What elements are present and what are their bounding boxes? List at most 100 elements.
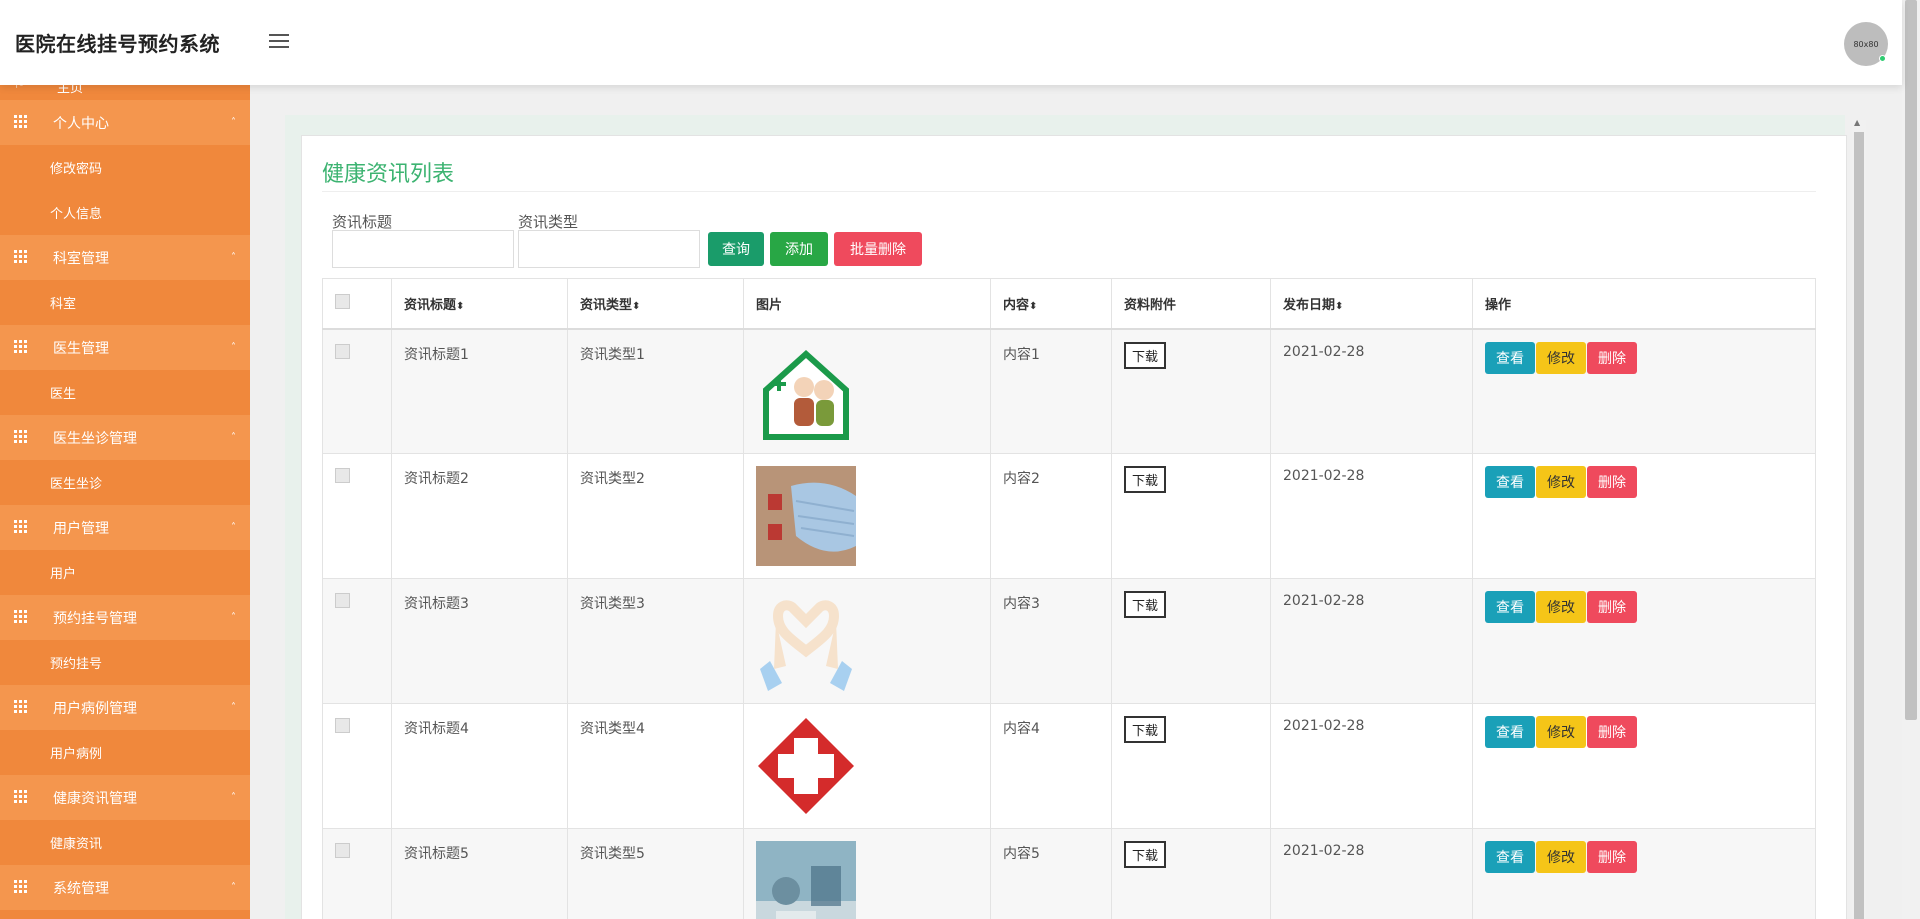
hospital-photo bbox=[756, 841, 856, 919]
sort-icon: ⬍ bbox=[1335, 300, 1344, 312]
cell-content: 内容3 bbox=[990, 578, 1112, 704]
download-button[interactable]: 下载 bbox=[1124, 341, 1167, 369]
col-content-header[interactable]: 内容⬍ bbox=[990, 278, 1112, 330]
table-row: 资讯标题4 资讯类型4 内容4 下载 2021-02-28 查看 修改 删除 bbox=[322, 703, 1816, 829]
edit-button[interactable]: 修改 bbox=[1536, 466, 1586, 498]
sidebar-group[interactable]: 健康资讯管理 ˄ bbox=[0, 775, 250, 820]
row-checkbox[interactable] bbox=[335, 593, 350, 608]
query-button[interactable]: 查询 bbox=[708, 232, 764, 266]
scroll-up-icon[interactable]: ▲ bbox=[1854, 118, 1860, 127]
delete-button[interactable]: 删除 bbox=[1587, 591, 1637, 623]
sidebar-item[interactable]: 医生坐诊 bbox=[0, 460, 250, 505]
menu-toggle-icon[interactable] bbox=[269, 34, 289, 50]
news-table: 资讯标题⬍ 资讯类型⬍ 图片 内容⬍ 资料附件 发布日期⬍ 操作 资讯标题1 资讯… bbox=[322, 278, 1816, 919]
search-type-label: 资讯类型 bbox=[518, 213, 579, 231]
view-button[interactable]: 查看 bbox=[1485, 466, 1535, 498]
col-attachment-header: 资料附件 bbox=[1111, 278, 1271, 330]
sidebar-group-label: 用户病例管理 bbox=[53, 700, 137, 717]
col-title-header[interactable]: 资讯标题⬍ bbox=[391, 278, 568, 330]
caret-up-icon: ˄ bbox=[231, 702, 236, 713]
row-checkbox[interactable] bbox=[335, 468, 350, 483]
edit-button[interactable]: 修改 bbox=[1536, 591, 1586, 623]
edit-button[interactable]: 修改 bbox=[1536, 716, 1586, 748]
online-status-dot bbox=[1879, 55, 1886, 62]
sidebar-group[interactable]: 用户管理 ˄ bbox=[0, 505, 250, 550]
sort-icon: ⬍ bbox=[456, 300, 465, 312]
batch-delete-button[interactable]: 批量删除 bbox=[834, 232, 922, 266]
sidebar-item[interactable]: 健康资讯 bbox=[0, 820, 250, 865]
edit-button[interactable]: 修改 bbox=[1536, 341, 1586, 374]
main-content: 健康资讯列表 资讯标题 资讯类型 查询 添加 批量删除 资讯标题⬍ 资讯类型⬍ … bbox=[250, 85, 1902, 919]
add-button[interactable]: 添加 bbox=[770, 232, 828, 266]
grid-icon bbox=[14, 700, 27, 713]
flag-icon: ⚑ bbox=[14, 85, 25, 91]
cell-title: 资讯标题3 bbox=[391, 578, 568, 704]
table-row: 资讯标题5 资讯类型5 内容5 下载 2021-02-28 查看 修改 删除 bbox=[322, 828, 1816, 919]
col-image-header: 图片 bbox=[743, 278, 991, 330]
row-checkbox[interactable] bbox=[335, 343, 350, 359]
sidebar-group-label: 科室管理 bbox=[53, 250, 109, 267]
caret-up-icon: ˄ bbox=[231, 522, 236, 533]
search-type-input[interactable] bbox=[518, 230, 700, 268]
sidebar-item[interactable]: 个人信息 bbox=[0, 190, 250, 235]
cell-type: 资讯类型2 bbox=[567, 453, 744, 579]
sidebar-item-home[interactable]: ⚑ 主页 bbox=[0, 85, 250, 96]
download-button[interactable]: 下载 bbox=[1124, 591, 1167, 618]
page-scrollbar-thumb[interactable] bbox=[1905, 0, 1917, 720]
view-button[interactable]: 查看 bbox=[1485, 341, 1535, 374]
sidebar-group[interactable]: 系统管理 ˄ bbox=[0, 865, 250, 910]
download-button[interactable]: 下载 bbox=[1124, 466, 1167, 493]
view-button[interactable]: 查看 bbox=[1485, 591, 1535, 623]
cell-date: 2021-02-28 bbox=[1270, 453, 1473, 579]
content-scrollbar-thumb[interactable] bbox=[1854, 132, 1864, 919]
sidebar-group[interactable]: 医生管理 ˄ bbox=[0, 325, 250, 370]
sidebar-item[interactable]: 预约挂号 bbox=[0, 640, 250, 685]
row-checkbox[interactable] bbox=[335, 718, 350, 733]
sidebar-item[interactable]: 用户病例 bbox=[0, 730, 250, 775]
col-type-header[interactable]: 资讯类型⬍ bbox=[567, 278, 744, 330]
sidebar-group[interactable]: 预约挂号管理 ˄ bbox=[0, 595, 250, 640]
cell-date: 2021-02-28 bbox=[1270, 828, 1473, 919]
sidebar-group[interactable]: 用户病例管理 ˄ bbox=[0, 685, 250, 730]
table-row: 资讯标题2 资讯类型2 内容2 下载 2021-02-28 查看 修改 删除 bbox=[322, 453, 1816, 579]
delete-button[interactable]: 删除 bbox=[1587, 466, 1637, 498]
table-row: 资讯标题3 资讯类型3 内容3 下载 2021-02-28 查看 修改 删除 bbox=[322, 578, 1816, 704]
select-all-checkbox[interactable] bbox=[335, 293, 350, 309]
cell-date: 2021-02-28 bbox=[1270, 578, 1473, 704]
row-checkbox[interactable] bbox=[335, 843, 350, 858]
search-title-label: 资讯标题 bbox=[332, 213, 393, 231]
download-button[interactable]: 下载 bbox=[1124, 841, 1167, 868]
sidebar-group-label: 医生坐诊管理 bbox=[53, 430, 137, 447]
sort-icon: ⬍ bbox=[632, 300, 641, 312]
edit-button[interactable]: 修改 bbox=[1536, 841, 1586, 873]
mask-photo bbox=[756, 466, 856, 566]
delete-button[interactable]: 删除 bbox=[1587, 841, 1637, 873]
sidebar-item[interactable]: 医生 bbox=[0, 370, 250, 415]
sidebar: ⚑ 主页 个人中心˄修改密码个人信息科室管理˄科室医生管理˄医生医生坐诊管理˄医… bbox=[0, 85, 250, 919]
sidebar-group[interactable]: 个人中心 ˄ bbox=[0, 100, 250, 145]
caret-up-icon: ˄ bbox=[231, 882, 236, 893]
sidebar-item[interactable]: 修改密码 bbox=[0, 145, 250, 190]
cell-type: 资讯类型5 bbox=[567, 828, 744, 919]
sidebar-group-label: 医生管理 bbox=[53, 340, 109, 357]
delete-button[interactable]: 删除 bbox=[1587, 341, 1637, 374]
grid-icon bbox=[14, 250, 27, 263]
view-button[interactable]: 查看 bbox=[1485, 841, 1535, 873]
sidebar-group[interactable]: 医生坐诊管理 ˄ bbox=[0, 415, 250, 460]
sidebar-group-label: 用户管理 bbox=[53, 520, 109, 537]
cell-content: 内容5 bbox=[990, 828, 1112, 919]
search-title-input[interactable] bbox=[332, 230, 514, 268]
sort-icon: ⬍ bbox=[1029, 300, 1038, 312]
caret-up-icon: ˄ bbox=[231, 432, 236, 443]
grid-icon bbox=[14, 430, 27, 443]
cell-content: 内容1 bbox=[990, 328, 1112, 454]
col-date-header[interactable]: 发布日期⬍ bbox=[1270, 278, 1473, 330]
sidebar-group[interactable]: 科室管理 ˄ bbox=[0, 235, 250, 280]
download-button[interactable]: 下载 bbox=[1124, 716, 1167, 743]
view-button[interactable]: 查看 bbox=[1485, 716, 1535, 748]
table-row: 资讯标题1 资讯类型1 内容1 下载 2021-02-28 查看 修改 删除 bbox=[322, 328, 1816, 454]
sidebar-item[interactable]: 科室 bbox=[0, 280, 250, 325]
delete-button[interactable]: 删除 bbox=[1587, 716, 1637, 748]
sidebar-item[interactable]: 用户 bbox=[0, 550, 250, 595]
sidebar-group-label: 系统管理 bbox=[53, 880, 109, 897]
